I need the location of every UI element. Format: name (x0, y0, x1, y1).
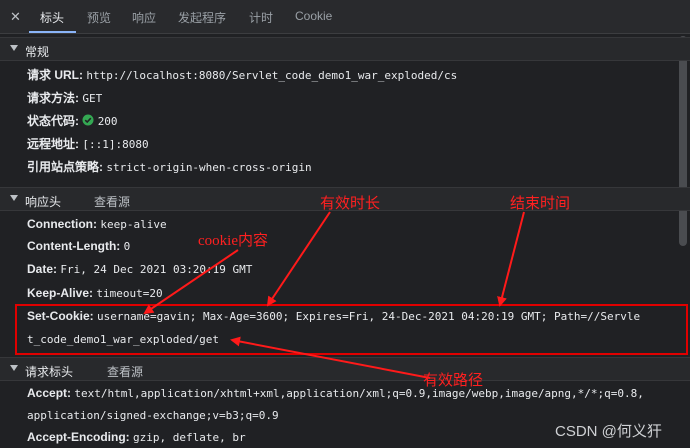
arrow-to-cookie-content (143, 249, 239, 315)
watermark: CSDN @何义犴 (555, 423, 662, 440)
arrow-to-path (230, 336, 431, 379)
annotation-arrows (143, 211, 525, 379)
arrow-to-expires (497, 211, 525, 307)
arrow-to-max-age (266, 211, 331, 307)
